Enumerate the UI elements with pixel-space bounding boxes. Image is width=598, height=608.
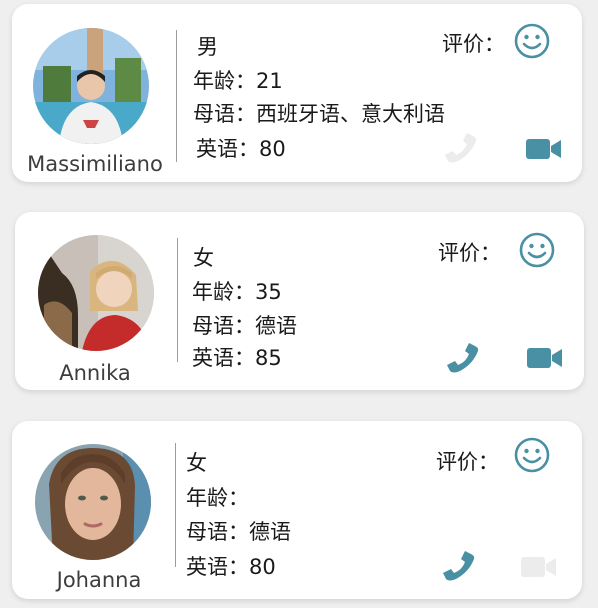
divider	[175, 443, 176, 567]
divider	[177, 238, 178, 362]
age: 年龄：21	[193, 69, 283, 93]
tutor-name: Johanna	[56, 568, 142, 592]
english-score: 英语：80	[196, 137, 286, 161]
gender: 男	[197, 35, 218, 59]
avatar	[38, 235, 154, 351]
phone-icon[interactable]	[440, 548, 476, 584]
gender: 女	[193, 246, 214, 270]
tutor-name: Massimiliano	[27, 152, 163, 176]
smiley-icon[interactable]	[514, 23, 550, 59]
rating-label: 评价：	[438, 241, 501, 265]
native-language: 母语：西班牙语、意大利语	[193, 102, 445, 126]
native-language: 母语：德语	[186, 520, 291, 544]
age: 年龄：35	[192, 280, 282, 304]
video-icon[interactable]	[520, 555, 558, 579]
english-score: 英语：80	[186, 555, 276, 579]
tutor-card[interactable]: Massimiliano 男 年龄：21 母语：西班牙语、意大利语 英语：80 …	[12, 4, 582, 182]
avatar	[35, 444, 151, 560]
age: 年龄：	[186, 486, 249, 510]
rating-label: 评价：	[436, 450, 499, 474]
tutor-card[interactable]: Annika 女 年龄：35 母语：德语 英语：85 评价：	[15, 212, 584, 390]
smiley-icon[interactable]	[514, 437, 550, 473]
phone-icon[interactable]	[442, 130, 478, 166]
avatar-photo	[35, 444, 151, 560]
smiley-icon[interactable]	[519, 232, 555, 268]
video-icon[interactable]	[526, 346, 564, 370]
avatar	[33, 28, 149, 144]
avatar-photo	[33, 28, 149, 144]
phone-icon[interactable]	[444, 340, 480, 376]
video-icon[interactable]	[525, 137, 563, 161]
avatar-photo	[38, 235, 154, 351]
tutor-card[interactable]: Johanna 女 年龄： 母语：德语 英语：80 评价：	[12, 421, 582, 599]
gender: 女	[186, 451, 207, 475]
rating-label: 评价：	[442, 32, 505, 56]
native-language: 母语：德语	[192, 314, 297, 338]
divider	[176, 30, 177, 162]
tutor-name: Annika	[59, 361, 131, 385]
english-score: 英语：85	[192, 346, 282, 370]
